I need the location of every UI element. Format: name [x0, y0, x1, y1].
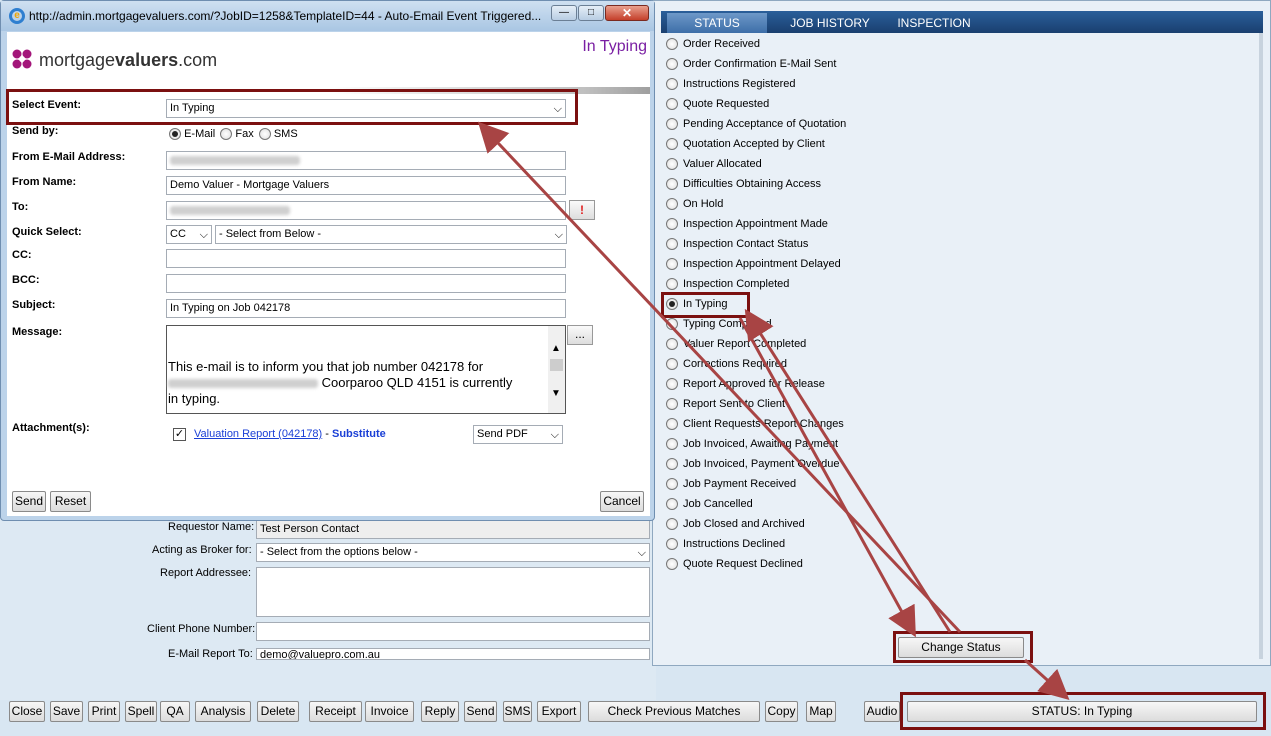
arrow-to-in-typing	[744, 308, 952, 633]
arrow-to-select-event	[477, 121, 962, 634]
annotation-arrows	[477, 121, 1070, 701]
arrow-to-change-status	[738, 317, 916, 638]
arrow-to-status-display	[1023, 658, 1070, 701]
